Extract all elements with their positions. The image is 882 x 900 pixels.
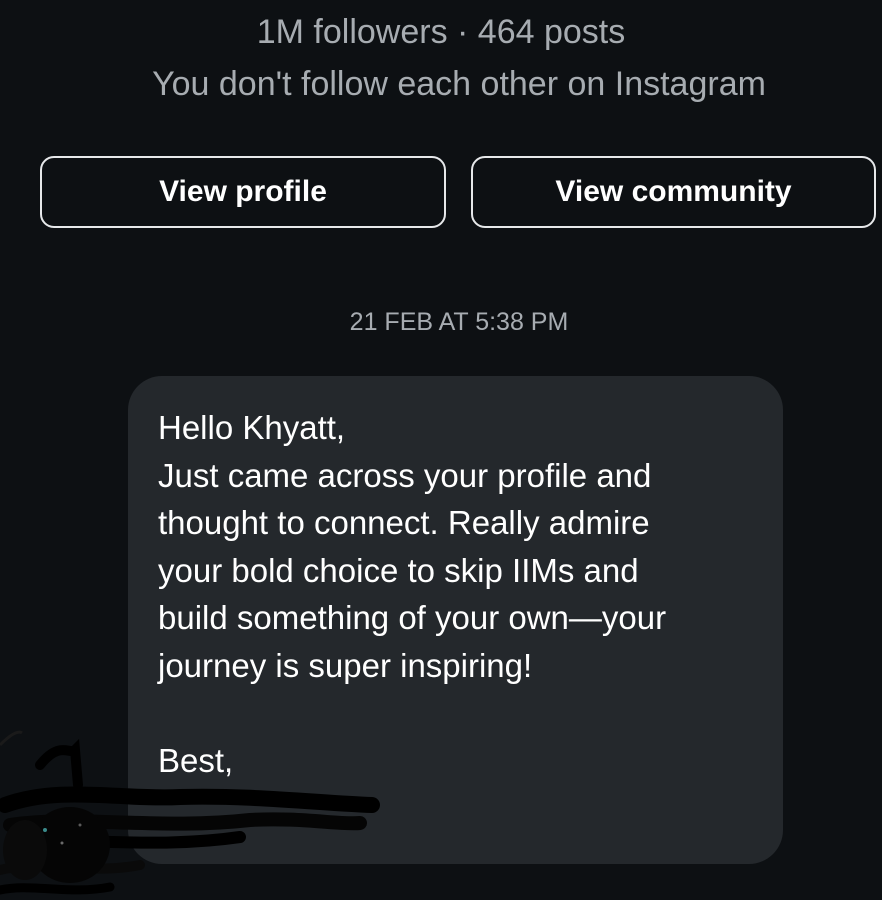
relationship-note: You don't follow each other on Instagram [152,65,766,103]
view-community-button[interactable]: View community [471,156,876,228]
message-timestamp: 21 FEB AT 5:38 PM [349,308,569,336]
redaction-scribble [0,730,380,895]
message-line: your bold choice to skip IIMs and [158,551,639,589]
message-line: Just came across your profile and [158,456,652,494]
message-greeting: Hello Khyatt, [158,409,346,446]
message-line: build something of your own—your [158,599,667,636]
message-line: journey is super inspiring! [158,646,533,684]
view-profile-button[interactable]: View profile [40,156,446,228]
chat-screen: 1M followers · 464 posts You don't follo… [0,0,882,900]
profile-stats: 1M followers · 464 posts [256,13,626,51]
message-line: thought to connect. Really admire [158,504,650,541]
